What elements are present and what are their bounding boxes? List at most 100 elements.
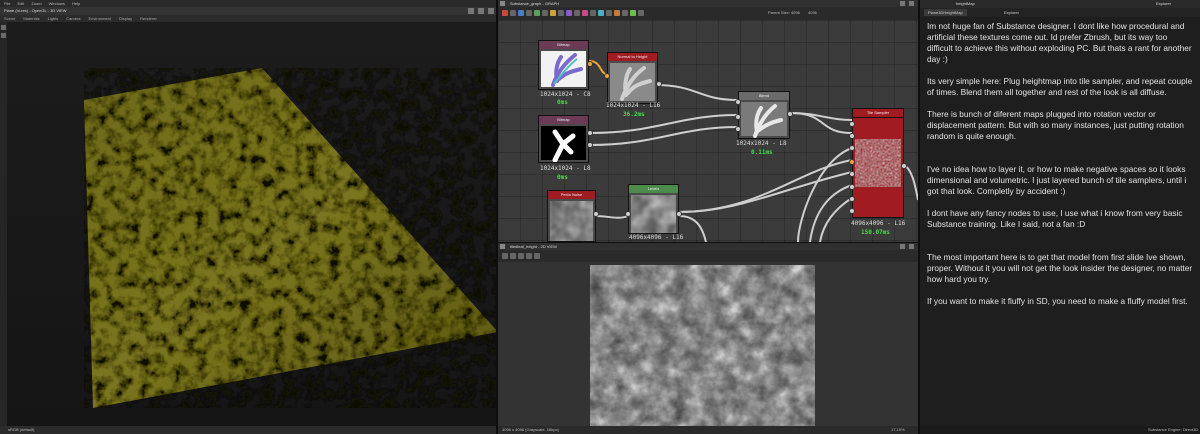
output-port[interactable] <box>587 61 593 67</box>
menu-zoom[interactable]: Zoom <box>31 0 41 7</box>
view2d-panel-icon <box>500 244 505 249</box>
graph-tool-icon[interactable] <box>598 10 604 16</box>
perlin-noise-node[interactable]: Perlin Noise <box>547 190 599 242</box>
graph-tool-icon[interactable] <box>590 10 596 16</box>
main-menubar: File Edit Zoom Windows Help <box>0 0 496 7</box>
input-port[interactable] <box>849 184 855 190</box>
parent-size-label: Parent Size: 4096 <box>768 10 800 15</box>
graph-tool-icon[interactable] <box>574 10 580 16</box>
output-port[interactable] <box>787 111 793 117</box>
graph-tool-icon[interactable] <box>638 10 644 16</box>
input-port[interactable] <box>604 73 610 79</box>
close-icon[interactable] <box>909 1 914 6</box>
channel-icon[interactable] <box>518 253 524 259</box>
input-port[interactable] <box>849 145 855 151</box>
graph-tool-icon[interactable] <box>622 10 628 16</box>
pin-icon[interactable] <box>468 8 474 14</box>
menu-renderer[interactable]: Renderer <box>140 15 157 22</box>
input-port[interactable] <box>735 126 741 132</box>
size-value[interactable]: 4096 <box>808 10 817 15</box>
menu-file[interactable]: File <box>4 0 10 7</box>
pin-icon[interactable] <box>900 1 905 6</box>
output-port[interactable] <box>901 163 907 169</box>
node-thumbnail <box>741 102 787 138</box>
pin-icon[interactable] <box>900 244 905 249</box>
menu-display[interactable]: Display <box>119 15 132 22</box>
graph-tool-icon[interactable] <box>582 10 588 16</box>
graph-tool-icon[interactable] <box>534 10 540 16</box>
node-time: 36.2ms <box>623 111 645 118</box>
menu-environment[interactable]: Environment <box>89 15 111 22</box>
output-port[interactable] <box>593 211 599 217</box>
viewport-2d[interactable] <box>498 262 918 426</box>
graph-tool-icon[interactable] <box>630 10 636 16</box>
input-port[interactable] <box>849 121 855 127</box>
input-port[interactable] <box>735 99 741 105</box>
input-port[interactable] <box>849 208 855 214</box>
input-port[interactable] <box>849 133 855 139</box>
graph-tool-icon[interactable] <box>518 10 524 16</box>
levels-node[interactable]: Levels <box>625 184 682 234</box>
node-title: Tile Sampler <box>853 109 903 118</box>
graph-tool-icon[interactable] <box>606 10 612 16</box>
menu-help[interactable]: Help <box>72 0 80 7</box>
tab-explorer[interactable]: Explorer <box>1000 9 1023 16</box>
menu-lights[interactable]: Lights <box>48 15 59 22</box>
colorspace-label[interactable]: sRGB (default) <box>8 427 34 432</box>
output-port[interactable] <box>587 142 593 148</box>
graph-tool-icon[interactable] <box>550 10 556 16</box>
graph-tool-icon[interactable] <box>614 10 620 16</box>
maximize-icon[interactable] <box>478 8 484 14</box>
node-title: Normal to Height <box>608 53 657 61</box>
blend-node[interactable]: Blend <box>735 91 793 139</box>
menu-scene[interactable]: Scene <box>4 15 15 22</box>
menu-camera[interactable]: Camera <box>66 15 80 22</box>
input-port[interactable] <box>849 171 855 177</box>
menu-edit[interactable]: Edit <box>17 0 24 7</box>
close-icon[interactable] <box>488 8 494 14</box>
export-icon[interactable] <box>510 253 516 259</box>
output-port[interactable] <box>676 211 682 217</box>
description-text: Im not huge fan of Substance designer. I… <box>927 21 1195 318</box>
input-port[interactable] <box>735 114 741 120</box>
node-time: 0ms <box>557 174 568 181</box>
graph-tool-icon[interactable] <box>542 10 548 16</box>
panel3d-statusbar: sRGB (default) <box>0 426 496 434</box>
menu-windows[interactable]: Windows <box>49 0 65 7</box>
graph-tool-icon[interactable] <box>502 10 508 16</box>
output-port[interactable] <box>656 81 662 87</box>
node-thumbnail <box>541 126 586 163</box>
tile-sampler-node[interactable]: Tile Sampler <box>849 108 907 218</box>
graph-tool-icon[interactable] <box>526 10 532 16</box>
graph-tool-icon[interactable] <box>558 10 564 16</box>
graph-tool-icon[interactable] <box>566 10 572 16</box>
graph-tool-icon[interactable] <box>510 10 516 16</box>
node-thumbnail <box>550 201 593 241</box>
menu-materials[interactable]: Materials <box>23 15 39 22</box>
select-tool-icon[interactable] <box>1 25 6 30</box>
paragraph: There is bunch of diferent maps plugged … <box>927 109 1184 141</box>
normal-to-height-node[interactable]: Normal to Height <box>604 52 662 104</box>
node-time: 0ms <box>557 99 568 106</box>
description-panel: Im not huge fan of Substance designer. I… <box>920 17 1200 426</box>
tiling-icon[interactable] <box>526 253 532 259</box>
save-icon[interactable] <box>502 253 508 259</box>
right-panel-tabs: Plane3DHeightMap Explorer <box>920 8 1200 17</box>
input-port[interactable] <box>849 196 855 202</box>
graph-canvas[interactable]: Bitmap 1024x1024 - C8 0ms Normal to Heig… <box>498 20 918 242</box>
output-port[interactable] <box>587 130 593 136</box>
zoom-level[interactable]: 17.19% <box>891 426 905 434</box>
view2d-toolbar <box>498 250 918 262</box>
viewport-3d[interactable] <box>7 22 496 426</box>
fit-icon[interactable] <box>534 253 540 259</box>
close-icon[interactable] <box>909 244 914 249</box>
bitmap-node[interactable]: Bitmap <box>538 115 593 163</box>
input-port[interactable] <box>849 159 855 165</box>
bitmap-node[interactable]: Bitmap <box>538 40 593 90</box>
view2d-panel-title: tiledleaf_height - 2D VIEW <box>498 243 918 250</box>
node-title: Perlin Noise <box>548 191 595 199</box>
input-port[interactable] <box>625 211 631 217</box>
camera-tool-icon[interactable] <box>1 33 6 38</box>
tab-heightmap[interactable]: Plane3DHeightMap <box>924 9 967 16</box>
right-panel-title: heightMap <box>956 1 975 6</box>
